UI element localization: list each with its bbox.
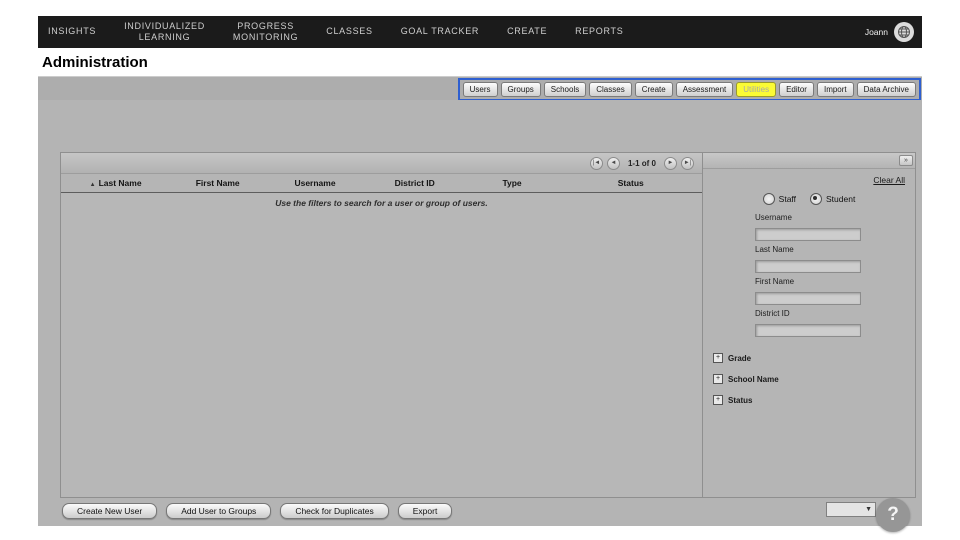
footer-actions: Create New User Add User to Groups Check… [62,503,453,519]
tab-create[interactable]: Create [634,82,673,97]
chevron-down-icon: ▼ [865,506,872,513]
results-table: |◄ ◄ 1-1 of 0 ► ►| ▲ Last Name First Name… [61,153,702,497]
username-filter-label: Username [755,213,792,222]
first-name-filter-input[interactable] [755,292,861,305]
check-for-duplicates-button[interactable]: Check for Duplicates [280,503,389,519]
users-panel: |◄ ◄ 1-1 of 0 ► ►| ▲ Last Name First Name… [60,152,916,498]
username-filter-input[interactable] [755,228,861,241]
create-new-user-button[interactable]: Create New User [62,503,158,519]
footer-right: ▼ [826,502,876,517]
first-name-filter-label: First Name [755,277,795,286]
grade-section-label: Grade [728,353,752,363]
user-type-radio-group: Staff Student [703,193,915,205]
filter-sections: + Grade + School Name + Status [713,353,915,416]
main-content: |◄ ◄ 1-1 of 0 ► ►| ▲ Last Name First Name… [38,100,922,532]
pagination-next-button[interactable]: ► [664,156,677,170]
nav-item-progress-monitoring[interactable]: PROGRESS MONITORING [233,21,298,44]
staff-radio-icon[interactable] [762,193,775,205]
export-button[interactable]: Export [397,503,453,519]
tab-classes[interactable]: Classes [589,82,632,97]
filter-panel-header: » [703,153,915,169]
nav-item-goal-tracker[interactable]: GOAL TRACKER [401,26,479,37]
pagination-first-button[interactable]: |◄ [589,156,603,170]
expand-plus-icon[interactable]: + [713,353,723,363]
expand-plus-icon[interactable]: + [713,374,723,384]
student-radio-icon[interactable] [810,193,822,205]
school-name-section-expander[interactable]: + School Name [713,374,915,384]
district-id-filter-group: District ID [755,309,915,338]
nav-item-classes[interactable]: CLASSES [326,26,372,37]
clear-all-link[interactable]: Clear All [873,175,905,185]
nav-item-individualized-learning[interactable]: INDIVIDUALIZED LEARNING [124,21,205,44]
column-last-name[interactable]: ▲ Last Name [61,178,170,188]
administration-app: INSIGHTS INDIVIDUALIZED LEARNING PROGRES… [38,16,922,532]
tab-schools[interactable]: Schools [543,82,587,97]
collapse-panel-button[interactable]: » [899,155,913,166]
pagination-prev-button[interactable]: ◄ [606,156,620,170]
column-username[interactable]: Username [265,178,365,188]
tab-data-archive[interactable]: Data Archive [856,82,916,97]
status-section-label: Status [728,395,753,405]
student-radio-label: Student [826,194,856,204]
empty-results-message: Use the filters to search for a user or … [275,198,488,208]
tab-groups[interactable]: Groups [500,82,541,97]
globe-icon[interactable] [894,22,914,42]
first-name-filter-group: First Name [755,277,915,306]
school-name-section-label: School Name [728,374,779,384]
page-size-select[interactable]: ▼ [826,502,876,517]
user-menu[interactable]: Joann [865,22,914,42]
status-section-expander[interactable]: + Status [713,395,915,405]
tab-strip: Users Groups Schools Classes Create Asse… [38,76,922,101]
column-status[interactable]: Status [560,178,702,188]
staff-radio-label: Staff [778,194,796,204]
expand-plus-icon[interactable]: + [713,395,723,405]
filter-panel: » Clear All Staff Student Username Last … [702,153,915,497]
help-button[interactable]: ? [876,498,910,532]
pagination-label: 1-1 of 0 [627,158,656,168]
table-body: Use the filters to search for a user or … [61,193,702,497]
last-name-filter-input[interactable] [755,260,861,273]
column-first-name[interactable]: First Name [170,178,265,188]
table-header-row: ▲ Last Name First Name Username District … [61,174,702,193]
district-id-filter-input[interactable] [755,324,861,337]
pagination-bar: |◄ ◄ 1-1 of 0 ► ►| [61,153,702,174]
top-nav: INSIGHTS INDIVIDUALIZED LEARNING PROGRES… [38,16,922,48]
tab-editor[interactable]: Editor [779,82,814,97]
last-name-filter-group: Last Name [755,245,915,274]
pagination-last-button[interactable]: ►| [681,156,694,170]
nav-item-reports[interactable]: REPORTS [575,26,623,37]
add-user-to-groups-button[interactable]: Add User to Groups [166,503,272,519]
column-district-id[interactable]: District ID [365,178,465,188]
tab-utilities[interactable]: Utilities [736,82,777,97]
last-name-filter-label: Last Name [755,245,794,254]
user-name: Joann [864,27,888,37]
tab-import[interactable]: Import [816,82,854,97]
column-type[interactable]: Type [465,178,560,188]
tab-users[interactable]: Users [462,82,498,97]
nav-item-insights[interactable]: INSIGHTS [48,26,96,37]
username-filter-group: Username [755,213,915,242]
staff-radio-option[interactable]: Staff [762,193,796,205]
student-radio-option[interactable]: Student [810,193,855,205]
title-bar: Administration [38,48,922,76]
district-id-filter-label: District ID [755,309,790,318]
admin-tabs-annotation-box: Users Groups Schools Classes Create Asse… [457,78,921,101]
grade-section-expander[interactable]: + Grade [713,353,915,363]
page-title: Administration [42,53,148,71]
nav-item-create[interactable]: CREATE [507,26,547,37]
tab-assessment[interactable]: Assessment [675,82,734,97]
sort-ascending-icon: ▲ [89,182,96,188]
